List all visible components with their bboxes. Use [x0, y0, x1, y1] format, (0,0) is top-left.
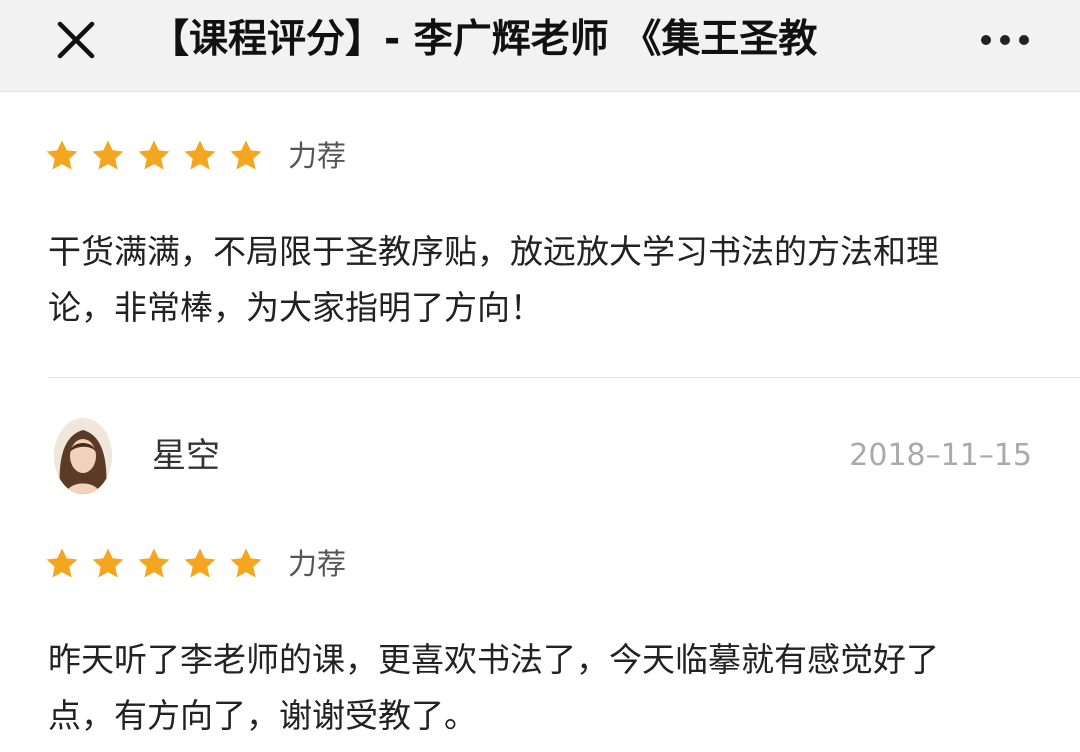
top-navigation-bar: 【课程评分】- 李广辉老师 《集王圣教	[0, 0, 1080, 92]
review-text-line: 论，非常棒，为大家指明了方向！	[48, 288, 543, 327]
review-text-line: 点，有方向了，谢谢受教了。	[48, 696, 477, 735]
review-date: 2018–11–15	[849, 438, 1032, 473]
more-dots-icon	[1019, 35, 1029, 45]
close-button[interactable]	[50, 14, 102, 66]
rating-stars: 力荐	[44, 136, 346, 176]
rating-label: 力荐	[288, 547, 347, 581]
star-icon	[92, 548, 124, 578]
star-icon	[138, 548, 170, 578]
avatar[interactable]	[54, 418, 112, 494]
star-icon	[46, 548, 78, 578]
user-avatar-image	[54, 418, 112, 494]
more-dots-icon	[1000, 35, 1010, 45]
close-icon	[57, 21, 95, 59]
rating-label: 力荐	[288, 139, 347, 173]
review-text: 干货满满，不局限于圣教序贴，放远放大学习书法的方法和理 论，非常棒，为大家指明了…	[48, 224, 1038, 336]
star-icon	[184, 140, 216, 170]
star-icon	[46, 140, 78, 170]
star-icon	[230, 140, 262, 170]
more-options-button[interactable]	[975, 14, 1035, 66]
username[interactable]: 星空	[152, 432, 220, 480]
more-dots-icon	[981, 35, 991, 45]
page-title: 【课程评分】- 李广辉老师 《集王圣教	[150, 17, 818, 62]
star-icon	[92, 140, 124, 170]
star-icon	[230, 548, 262, 578]
review-text-line: 干货满满，不局限于圣教序贴，放远放大学习书法的方法和理	[48, 232, 939, 271]
review-divider	[48, 377, 1080, 378]
star-icon	[184, 548, 216, 578]
review-text: 昨天听了李老师的课，更喜欢书法了，今天临摹就有感觉好了 点，有方向了，谢谢受教了…	[48, 632, 1038, 744]
review-text-line: 昨天听了李老师的课，更喜欢书法了，今天临摹就有感觉好了	[48, 640, 939, 679]
star-icon	[138, 140, 170, 170]
rating-stars: 力荐	[44, 544, 346, 584]
